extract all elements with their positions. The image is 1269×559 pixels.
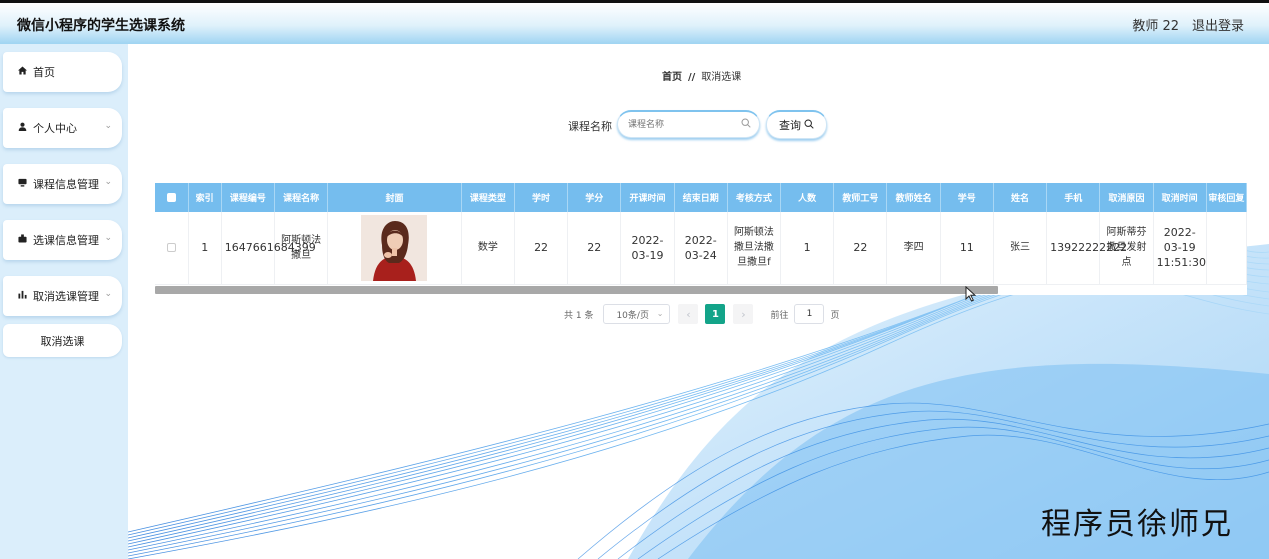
column-header: 学分 xyxy=(567,183,622,212)
app-title: 微信小程序的学生选课系统 xyxy=(17,18,185,34)
sidebar-item-course-info[interactable]: 课程信息管理 ⌄ xyxy=(3,164,122,204)
cell-teacher-name: 李四 xyxy=(886,212,941,285)
column-header: 开课时间 xyxy=(620,183,675,212)
cell-start-time: 2022-03-19 xyxy=(620,212,675,285)
pagination-total: 共 1 条 xyxy=(564,310,594,321)
column-header: 结束日期 xyxy=(674,183,728,212)
column-header: 课程编号 xyxy=(221,183,275,212)
column-header: 课程名称 xyxy=(274,183,329,212)
column-header: 学时 xyxy=(514,183,569,212)
cell-review-reply xyxy=(1206,212,1247,285)
column-header: 取消时间 xyxy=(1153,183,1207,212)
column-header: 人数 xyxy=(780,183,835,212)
monitor-icon xyxy=(17,178,27,190)
column-header: 教师姓名 xyxy=(886,183,941,212)
cell-course-no: 1647661684399 xyxy=(221,212,316,285)
cell-assessment: 阿斯顿法撒旦法撒旦撒旦f xyxy=(727,212,782,285)
select-all-header[interactable] xyxy=(155,183,189,212)
search-icon xyxy=(804,118,814,132)
page-size-value: 10条/页 xyxy=(616,310,649,321)
column-header: 索引 xyxy=(188,183,222,212)
column-header: 考核方式 xyxy=(727,183,782,212)
id-card-icon xyxy=(17,234,27,246)
cell-course-type: 数学 xyxy=(461,212,515,285)
breadcrumb-home[interactable]: 首页 xyxy=(662,72,682,83)
cell-cover xyxy=(327,212,462,285)
table-row[interactable]: 1 1647661684399 阿斯顿法撒旦 数学 22 22 2022-03-… xyxy=(155,212,1247,285)
search-field[interactable] xyxy=(617,110,760,138)
cell-end-date: 2022-03-24 xyxy=(674,212,728,285)
sidebar-item-label: 取消选课管理 xyxy=(33,290,99,303)
cell-teacher-no: 22 xyxy=(833,212,888,285)
main-content: 首页 // 取消选课 课程名称 查询 索引 课程编号 课程名称 封面 xyxy=(128,44,1269,559)
home-icon xyxy=(17,66,27,78)
chevron-down-icon: ⌄ xyxy=(104,233,112,243)
cell-cancel-time: 2022-03-19 11:51:30 xyxy=(1153,212,1207,285)
data-table: 索引 课程编号 课程名称 封面 课程类型 学时 学分 开课时间 结束日期 考核方… xyxy=(155,183,1247,295)
search-icon xyxy=(741,118,751,131)
column-header: 学号 xyxy=(940,183,994,212)
top-bar: 微信小程序的学生选课系统 教师 22 退出登录 xyxy=(0,0,1269,44)
table-header-row: 索引 课程编号 课程名称 封面 课程类型 学时 学分 开课时间 结束日期 考核方… xyxy=(155,183,1247,212)
query-button-label: 查询 xyxy=(779,119,801,132)
cell-count: 1 xyxy=(780,212,835,285)
cell-index: 1 xyxy=(188,212,222,285)
column-header: 姓名 xyxy=(993,183,1048,212)
logout-link[interactable]: 退出登录 xyxy=(1192,15,1244,34)
column-header: 课程类型 xyxy=(461,183,515,212)
column-header: 封面 xyxy=(327,183,462,212)
prev-page-button[interactable]: ‹ xyxy=(678,304,699,324)
chevron-down-icon: ⌄ xyxy=(656,309,664,318)
chevron-down-icon: ⌄ xyxy=(104,177,112,187)
mouse-cursor-icon xyxy=(965,286,977,302)
sidebar-item-cancel-management[interactable]: 取消选课管理 ⌄ xyxy=(3,276,122,316)
current-user: 教师 22 xyxy=(1132,19,1179,34)
bar-chart-icon xyxy=(17,290,27,302)
cell-student-no: 11 xyxy=(940,212,994,285)
horizontal-scrollbar[interactable] xyxy=(155,286,998,294)
row-checkbox[interactable] xyxy=(166,242,176,252)
chevron-down-icon: ⌄ xyxy=(104,289,112,299)
pagination: 共 1 条 10条/页 ⌄ ‹ 1 › 前往 页 xyxy=(564,303,839,325)
sidebar-subitem-cancel-selection[interactable]: 取消选课 xyxy=(3,324,122,357)
cell-hours: 22 xyxy=(514,212,569,285)
watermark-text: 程序员徐师兄 xyxy=(1041,507,1233,542)
sidebar-item-home[interactable]: 首页 xyxy=(3,52,122,92)
column-header: 教师工号 xyxy=(833,183,888,212)
page-unit-label: 页 xyxy=(830,310,840,321)
chevron-down-icon: ⌄ xyxy=(104,121,112,131)
cell-cancel-reason: 阿斯蒂芬撒旦发射点 xyxy=(1099,212,1154,285)
goto-page-input[interactable] xyxy=(794,304,825,324)
cell-credits: 22 xyxy=(567,212,622,285)
breadcrumb: 首页 // 取消选课 xyxy=(662,68,741,83)
select-all-checkbox[interactable] xyxy=(166,192,176,202)
breadcrumb-separator: // xyxy=(688,72,696,83)
sidebar-item-selection-info[interactable]: 选课信息管理 ⌄ xyxy=(3,220,122,260)
cell-phone: 13922222222 xyxy=(1046,212,1127,285)
goto-label: 前往 xyxy=(770,310,789,321)
course-cover-image[interactable] xyxy=(361,214,428,281)
sidebar: 首页 个人中心 ⌄ 课程信息管理 ⌄ 选课信息管理 ⌄ 取消选课管理 ⌄ 取消选… xyxy=(0,44,128,559)
search-label: 课程名称 xyxy=(568,120,612,133)
sidebar-item-label: 选课信息管理 xyxy=(33,234,99,247)
sidebar-item-label: 首页 xyxy=(33,66,55,79)
row-select[interactable] xyxy=(155,212,189,285)
query-button[interactable]: 查询 xyxy=(766,110,827,139)
search-input[interactable] xyxy=(628,116,740,134)
column-header: 审核回复 xyxy=(1206,183,1247,212)
cell-student-name: 张三 xyxy=(993,212,1048,285)
sidebar-item-personal-center[interactable]: 个人中心 ⌄ xyxy=(3,108,122,148)
sidebar-item-label: 个人中心 xyxy=(33,122,77,135)
page-size-select[interactable]: 10条/页 ⌄ xyxy=(603,304,671,324)
next-page-button[interactable]: › xyxy=(733,304,754,324)
sidebar-item-label: 课程信息管理 xyxy=(33,178,99,191)
breadcrumb-current: 取消选课 xyxy=(701,72,742,83)
column-header: 手机 xyxy=(1046,183,1101,212)
page-number-button[interactable]: 1 xyxy=(705,304,726,324)
user-icon xyxy=(17,122,27,134)
column-header: 取消原因 xyxy=(1099,183,1154,212)
